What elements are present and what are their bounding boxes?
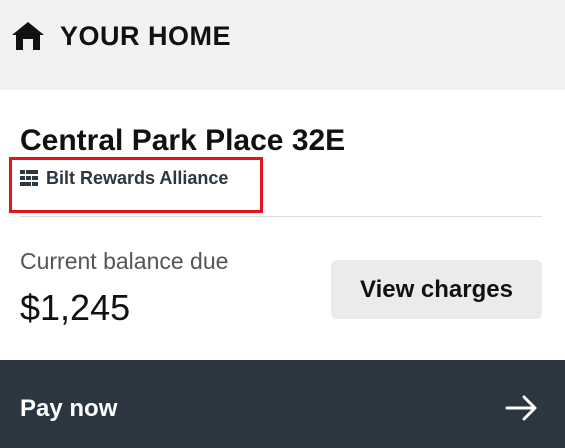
home-icon bbox=[12, 22, 44, 50]
highlight-box bbox=[9, 157, 263, 213]
header: YOUR HOME bbox=[0, 0, 565, 88]
balance-amount: $1,245 bbox=[20, 287, 131, 328]
page-title: YOUR HOME bbox=[60, 21, 232, 51]
pay-now-label: Pay now bbox=[20, 395, 118, 422]
arrow-right-icon bbox=[505, 395, 537, 421]
home-card: Central Park Place 32E Bilt Rewards Alli… bbox=[0, 90, 565, 360]
property-name: Central Park Place 32E bbox=[20, 124, 346, 157]
divider bbox=[20, 216, 542, 217]
balance-label: Current balance due bbox=[20, 248, 229, 274]
view-charges-button[interactable]: View charges bbox=[331, 260, 542, 319]
pay-now-button[interactable]: Pay now bbox=[0, 360, 565, 448]
